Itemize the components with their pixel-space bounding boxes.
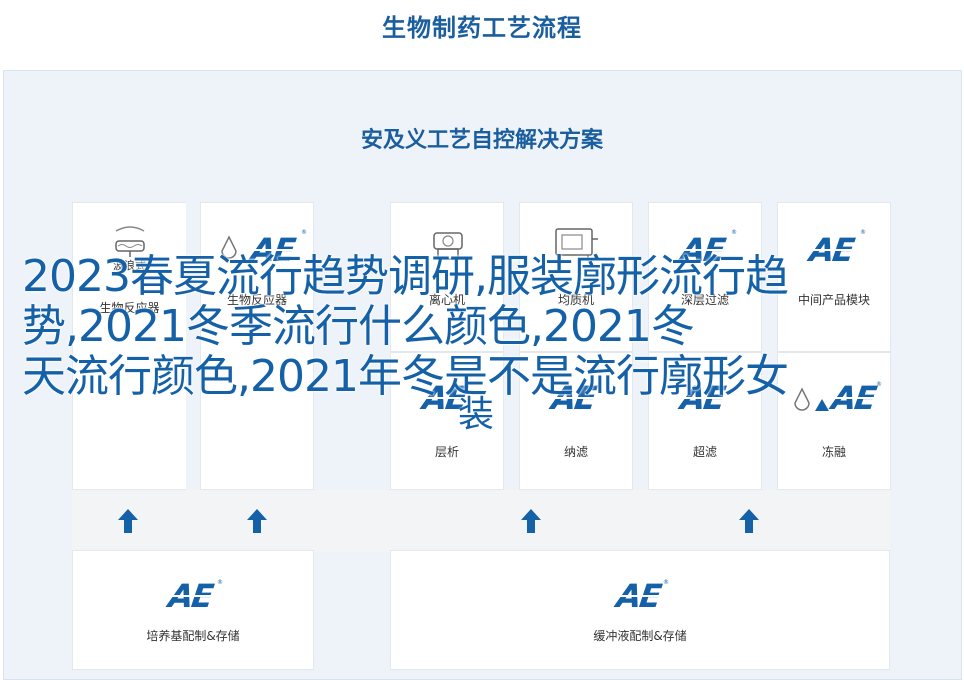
page-title: 生物制药工艺流程	[382, 14, 582, 42]
registered-mark: ®	[860, 229, 866, 236]
arrow-up-icon	[739, 509, 759, 533]
arrow-up-icon	[521, 509, 541, 533]
overlay-line: 天流行颜色,2021年冬是不是流行廓形女	[22, 351, 789, 402]
arrow-strip	[72, 490, 890, 552]
card-buffer-prep[interactable]: AE ® 缓冲液配制&存储	[390, 550, 890, 670]
registered-mark: ®	[663, 579, 669, 586]
card-label: 缓冲液配制&存储	[593, 629, 687, 643]
panel-title: 安及义工艺自控解决方案	[360, 128, 603, 153]
card-label: 超滤	[692, 445, 717, 459]
card-media-prep[interactable]: AE ® 培养基配制&存储	[72, 550, 314, 670]
ae-logo: AE	[614, 577, 663, 615]
registered-mark: ®	[217, 579, 223, 586]
card-label: 纳滤	[563, 445, 588, 459]
registered-mark: ®	[731, 229, 737, 236]
registered-mark: ®	[301, 229, 307, 236]
overlay-line: 装	[458, 394, 495, 435]
arrow-up-icon	[118, 509, 138, 533]
overlay-headline: 2023春夏流行趋势调研,服装廓形流行趋 势,2021冬季流行什么颜色,2021…	[22, 252, 852, 402]
arrow-up-icon	[247, 509, 267, 533]
card-label: 层析	[434, 445, 459, 459]
card-label: 培养基配制&存储	[146, 629, 240, 643]
registered-mark: ®	[876, 381, 882, 388]
ae-logo: AE	[166, 577, 215, 615]
card-label: 冻融	[821, 445, 846, 459]
overlay-line: 2023春夏流行趋势调研,服装廓形流行趋	[22, 251, 789, 302]
overlay-line: 势,2021冬季流行什么颜色,2021冬	[22, 301, 695, 352]
